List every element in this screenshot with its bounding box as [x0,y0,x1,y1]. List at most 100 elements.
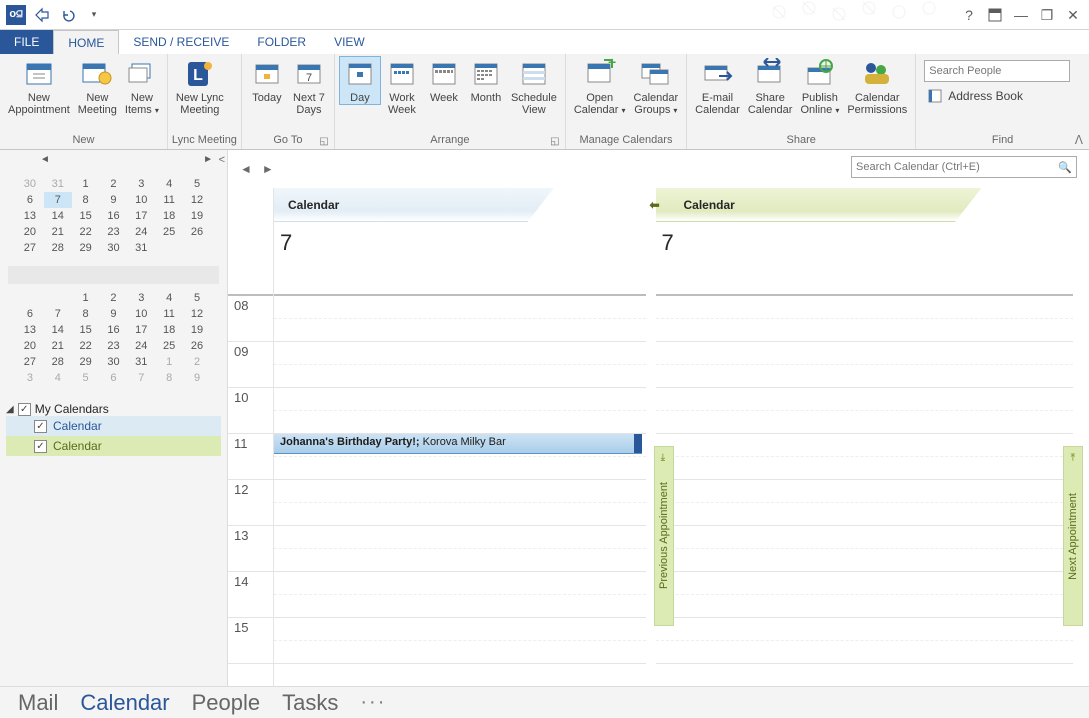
time-slot[interactable] [656,342,1074,388]
date-cell[interactable]: 9 [183,370,211,386]
dialog-launcher-icon[interactable]: ◱ [318,135,330,147]
week-view-button[interactable]: Week [423,56,465,104]
date-cell[interactable]: 20 [16,224,44,240]
date-cell[interactable]: 6 [16,306,44,322]
datepicker-month-header[interactable] [8,266,219,284]
date-cell[interactable]: 28 [44,240,72,256]
next-appointment-handle[interactable]: ⇥Next Appointment [1063,446,1083,626]
date-cell[interactable]: 27 [16,354,44,370]
nav-more-icon[interactable]: ··· [360,691,386,714]
today-button[interactable]: Today [246,56,288,104]
date-cell[interactable]: 11 [155,306,183,322]
date-cell[interactable]: 17 [127,208,155,224]
folder-tab[interactable]: FOLDER [243,30,320,54]
time-slot[interactable] [274,618,646,664]
new-lync-meeting-button[interactable]: LNew Lync Meeting [172,56,228,116]
date-cell[interactable]: 8 [155,370,183,386]
date-cell[interactable]: 10 [127,306,155,322]
date-cell[interactable]: 16 [100,208,128,224]
close-window-icon[interactable]: ✕ [1061,5,1085,25]
date-cell[interactable]: 6 [16,192,44,208]
work-week-view-button[interactable]: Work Week [381,56,423,116]
new-items-button[interactable]: New Items ▾ [121,56,163,117]
date-cell[interactable]: 10 [127,192,155,208]
time-slot[interactable] [656,572,1074,618]
date-cell[interactable]: 12 [183,306,211,322]
send-receive-qat-icon[interactable] [32,5,52,25]
date-cell[interactable] [155,240,183,256]
date-cell[interactable]: 22 [72,338,100,354]
date-cell[interactable]: 4 [155,290,183,306]
date-cell[interactable] [16,290,44,306]
date-cell[interactable]: 30 [100,354,128,370]
time-slot[interactable] [656,618,1074,664]
view-tab[interactable]: VIEW [320,30,379,54]
date-cell[interactable]: 8 [72,192,100,208]
calendar-tree-item[interactable]: ✓Calendar [6,436,221,456]
date-cell[interactable]: 24 [127,224,155,240]
date-cell[interactable]: 3 [16,370,44,386]
date-cell[interactable]: 22 [72,224,100,240]
calendar-permissions-button[interactable]: Calendar Permissions [843,56,911,116]
date-cell[interactable]: 18 [155,322,183,338]
calendar-tab-primary[interactable]: Calendar ✕ [274,188,646,222]
day-view-button[interactable]: Day [339,56,381,105]
date-cell[interactable]: 9 [100,192,128,208]
date-cell[interactable]: 2 [100,176,128,192]
date-cell[interactable]: 20 [16,338,44,354]
help-icon[interactable]: ? [957,5,981,25]
time-slot[interactable] [656,388,1074,434]
new-meeting-button[interactable]: New Meeting [74,56,121,116]
date-cell[interactable]: 5 [183,176,211,192]
schedule-view-button[interactable]: Schedule View [507,56,561,116]
nav-people[interactable]: People [192,690,261,716]
dialog-launcher-icon[interactable]: ◱ [549,135,561,147]
date-cell[interactable]: 1 [72,290,100,306]
date-cell[interactable]: 31 [127,354,155,370]
date-cell[interactable]: 9 [100,306,128,322]
my-calendars-group[interactable]: ◢ ✓ My Calendars [6,402,221,416]
search-icon[interactable]: 🔍 [1058,161,1072,174]
month-view-button[interactable]: Month [465,56,507,104]
time-slot[interactable] [274,342,646,388]
time-slot[interactable] [656,526,1074,572]
date-cell[interactable]: 1 [72,176,100,192]
publish-online-button[interactable]: Publish Online ▾ [796,56,843,117]
collapse-nav-icon[interactable]: < [219,154,225,166]
date-cell[interactable]: 2 [100,290,128,306]
date-cell[interactable]: 28 [44,354,72,370]
undo-icon[interactable] [58,5,78,25]
date-cell[interactable]: 14 [44,208,72,224]
date-cell[interactable]: 18 [155,208,183,224]
date-cell[interactable]: 7 [44,192,72,208]
date-cell[interactable]: 31 [127,240,155,256]
date-cell[interactable]: 3 [127,176,155,192]
date-cell[interactable]: 7 [127,370,155,386]
date-cell[interactable]: 5 [72,370,100,386]
date-cell[interactable]: 4 [155,176,183,192]
new-appointment-button[interactable]: New Appointment [4,56,74,116]
date-cell[interactable]: 2 [183,354,211,370]
qat-customize-icon[interactable]: ▾ [84,5,104,25]
home-tab[interactable]: HOME [53,30,119,54]
date-cell[interactable]: 25 [155,224,183,240]
date-cell[interactable]: 31 [44,176,72,192]
time-slot[interactable] [274,572,646,618]
time-slot[interactable] [656,434,1074,480]
calendar-tab-secondary[interactable]: ⬅ Calendar ✕ [656,188,1074,222]
ribbon-display-options-icon[interactable] [983,5,1007,25]
date-cell[interactable]: 17 [127,322,155,338]
nav-mail[interactable]: Mail [18,690,58,716]
date-cell[interactable]: 15 [72,208,100,224]
send-receive-tab[interactable]: SEND / RECEIVE [119,30,243,54]
date-cell[interactable]: 25 [155,338,183,354]
date-cell[interactable]: 21 [44,338,72,354]
date-cell[interactable]: 13 [16,208,44,224]
next-day-icon[interactable]: ► [262,162,274,176]
date-cell[interactable]: 8 [72,306,100,322]
calendar-tree-item[interactable]: ✓Calendar [6,416,221,436]
overlay-back-icon[interactable]: ⬅ [650,198,660,212]
email-calendar-button[interactable]: E-mail Calendar [691,56,744,116]
prev-day-icon[interactable]: ◄ [240,162,252,176]
date-cell[interactable]: 14 [44,322,72,338]
